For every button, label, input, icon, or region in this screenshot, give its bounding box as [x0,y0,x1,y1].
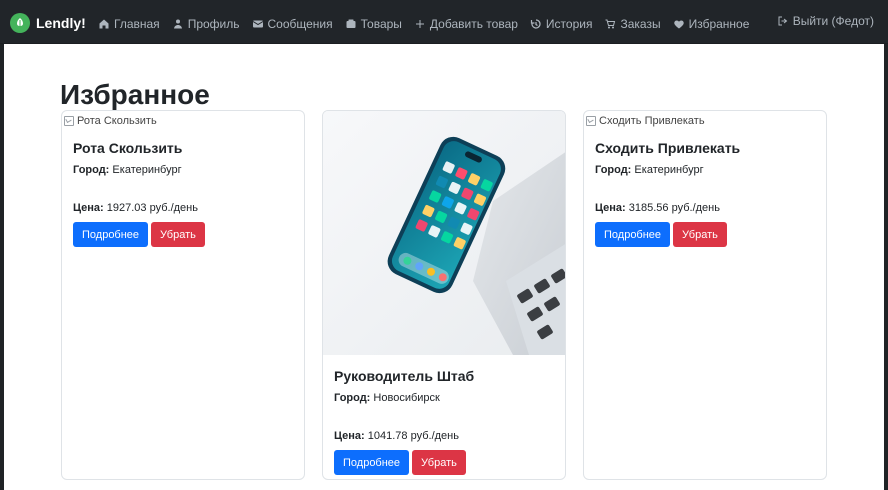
nav-item-label: Добавить товар [429,17,518,31]
card-actions: Подробнее Убрать [595,222,815,247]
details-button[interactable]: Подробнее [334,450,410,475]
logout-link[interactable]: Выйти (Федот) [777,14,874,28]
remove-button[interactable]: Убрать [673,222,727,247]
remove-button[interactable]: Убрать [412,450,466,475]
right-edge-strip [884,44,888,490]
price-label: Цена: [595,202,626,214]
city-label: Город: [595,164,632,176]
details-button[interactable]: Подробнее [595,222,671,247]
top-navbar: Lendly! Главная Профиль Сообщения Товары… [0,0,888,44]
nav-item-label: Избранное [688,17,750,31]
nav-item-orders[interactable]: Заказы [604,17,661,31]
price-line: Цена: 3185.56 руб./день [595,201,815,215]
phone-on-laptop-photo [323,111,565,355]
details-button[interactable]: Подробнее [73,222,149,247]
product-image-broken: Рота Скользить [62,111,304,131]
city-value: Екатеринбург [634,164,704,176]
nav-item-history[interactable]: История [530,17,593,31]
card-body: Рота Скользить Город: Екатеринбург Цена:… [73,139,293,247]
card-title: Руководитель Штаб [334,368,475,384]
nav-item-label: Сообщения [267,17,333,31]
card-actions: Подробнее Убрать [334,450,554,475]
plus-icon [414,18,426,30]
city-line: Город: Новосибирск [334,391,554,405]
broken-image-icon [586,116,596,126]
city-value: Новосибирск [373,392,440,404]
brand-link[interactable]: Lendly! [10,13,86,33]
price-line: Цена: 1927.03 руб./день [73,201,293,215]
nav-item-messages[interactable]: Сообщения [252,17,333,31]
nav-item-add-product[interactable]: Добавить товар [414,17,518,31]
page: Lendly! Главная Профиль Сообщения Товары… [0,0,888,490]
logout-label: Выйти (Федот) [792,14,874,28]
remove-button[interactable]: Убрать [151,222,205,247]
city-label: Город: [73,164,110,176]
price-value: 3185.56 руб./день [628,202,720,214]
nav-item-label: Главная [114,17,160,31]
card-body: Сходить Привлекать Город: Екатеринбург Ц… [595,139,815,247]
city-label: Город: [334,392,371,404]
city-line: Город: Екатеринбург [73,163,293,177]
brand-name: Lendly! [36,15,86,31]
page-title: Избранное [60,78,210,110]
city-value: Екатеринбург [112,164,182,176]
nav-item-products[interactable]: Товары [345,17,402,31]
price-value: 1927.03 руб./день [106,202,198,214]
nav-item-home[interactable]: Главная [98,17,160,31]
nav-item-favorites[interactable]: Избранное [673,17,750,31]
leaf-logo-icon [10,13,30,33]
broken-image-icon [64,116,74,126]
card-actions: Подробнее Убрать [73,222,293,247]
city-line: Город: Екатеринбург [595,163,815,177]
card-body: Руководитель Штаб Город: Новосибирск Цен… [334,367,554,475]
product-image [323,111,565,355]
image-alt-text: Рота Скользить [77,115,157,127]
mail-icon [252,18,264,30]
left-edge-strip [0,44,4,490]
image-alt-text: Сходить Привлекать [599,115,705,127]
nav-item-label: История [545,17,593,31]
user-icon [172,18,184,30]
nav-links: Главная Профиль Сообщения Товары Добавит… [98,14,749,34]
cart-icon [604,18,616,30]
history-icon [530,18,542,30]
heart-icon [673,18,685,30]
nav-item-label: Заказы [620,17,661,31]
favorite-card: Сходить Привлекать Сходить Привлекать Го… [583,110,827,480]
price-label: Цена: [334,430,365,442]
product-image-broken: Сходить Привлекать [584,111,826,131]
price-line: Цена: 1041.78 руб./день [334,429,554,443]
logout-icon [777,15,789,27]
price-label: Цена: [73,202,104,214]
favorite-card: Рота Скользить Рота Скользить Город: Ека… [61,110,305,480]
home-icon [98,18,110,30]
card-title: Сходить Привлекать [595,140,741,156]
nav-item-label: Товары [360,17,402,31]
favorite-card: Руководитель Штаб Город: Новосибирск Цен… [322,110,566,480]
box-icon [345,18,357,30]
nav-item-profile[interactable]: Профиль [172,17,240,31]
price-value: 1041.78 руб./день [367,430,459,442]
card-title: Рота Скользить [73,140,183,156]
nav-item-label: Профиль [187,17,240,31]
